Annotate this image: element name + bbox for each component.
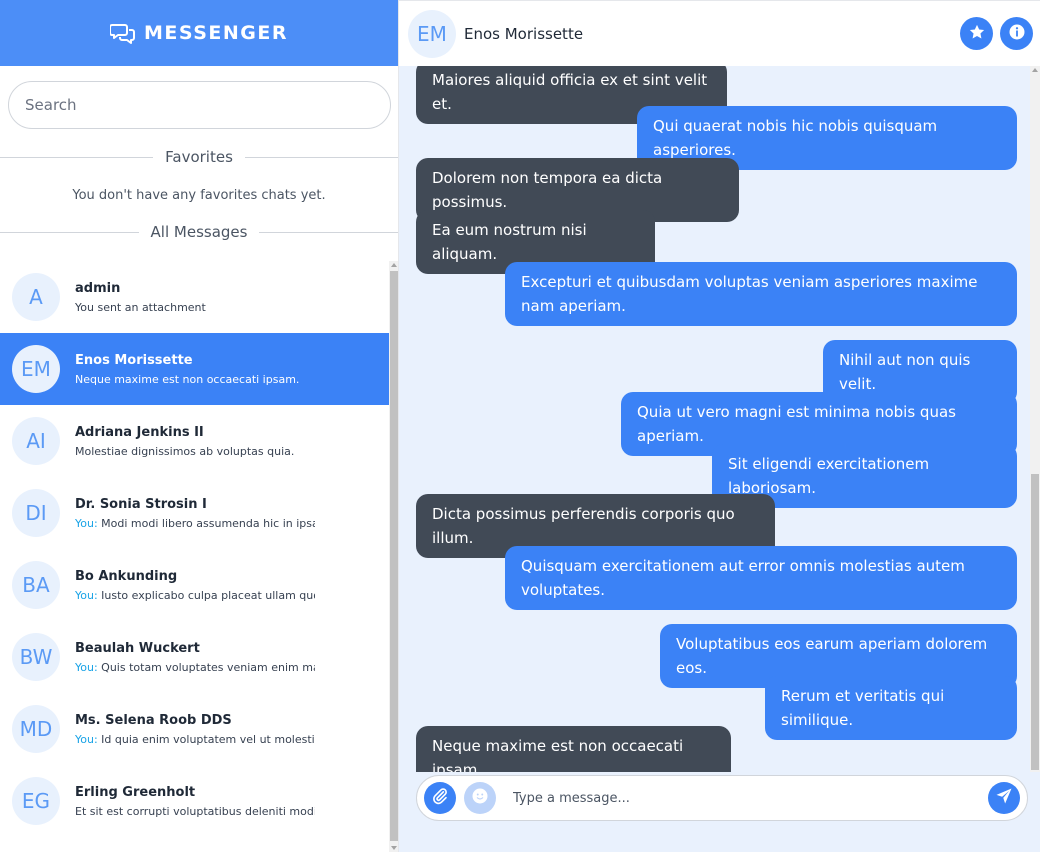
contact-item[interactable]: EM Enos Morissette Neque maxime est non oc… (0, 333, 389, 405)
chat-header: EM Enos Morissette (399, 0, 1040, 66)
contact-preview: Et sit est corrupti voluptatibus delenit… (75, 805, 315, 818)
preview-text: Et sit est corrupti voluptatibus delenit… (75, 804, 315, 818)
avatar: A (12, 273, 60, 321)
contact-name: Bo Ankunding (75, 568, 178, 584)
contact-list: Aadmin You sent an attachment EM Enos Moris… (0, 261, 389, 852)
paperclip-icon (431, 787, 449, 809)
preview-text: Iusto explicabo culpa placeat ullam quo (97, 588, 315, 602)
preview-text: Quis totam voluptates veniam enim mai (97, 660, 315, 674)
contact-preview: You: Iusto explicabo culpa placeat ullam… (75, 589, 315, 602)
message-list: Maiores aliquid officia ex et sint velit… (399, 66, 1030, 772)
contact-name: Dr. Sonia Strosin I (75, 496, 207, 512)
you-prefix: You: (75, 588, 98, 602)
info-icon (1008, 23, 1026, 45)
favorites-divider: Favorites (0, 148, 398, 166)
avatar[interactable]: EM (408, 9, 456, 58)
attach-button[interactable] (424, 782, 456, 814)
favorites-heading: Favorites (165, 148, 233, 166)
contact-item[interactable]: Aadmin You sent an attachment (0, 261, 389, 333)
contact-item[interactable]: AI Adriana Jenkins II Molestiae dignissimo… (0, 405, 389, 477)
contact-item[interactable]: EG Erling Greenholt Et sit est corrupti vo… (0, 765, 389, 837)
you-prefix: You: (75, 516, 98, 530)
preview-text: You sent an attachment (75, 300, 206, 314)
contact-item[interactable]: DI Dr. Sonia Strosin I You: Modi modi libe… (0, 477, 389, 549)
chat-scrollbar[interactable] (1030, 66, 1040, 772)
favorite-button[interactable] (960, 17, 993, 50)
sidebar-scrollbar[interactable] (389, 261, 398, 852)
contact-item[interactable]: BA Bo Ankunding You: Iusto explicabo culpa… (0, 549, 389, 621)
avatar: DI (12, 489, 60, 537)
preview-text: Molestiae dignissimos ab voluptas quia. (75, 444, 295, 458)
emoji-button[interactable] (464, 782, 496, 814)
contact-preview: Molestiae dignissimos ab voluptas quia. (75, 445, 315, 458)
outgoing-message: Excepturi et quibusdam voluptas veniam a… (505, 262, 1017, 326)
contact-item[interactable]: MD Ms. Selena Roob DDS You: Id quia enim v… (0, 693, 389, 765)
outgoing-message: Rerum et veritatis qui similique. (765, 676, 1017, 740)
contact-preview: You: Quis totam voluptates veniam enim m… (75, 661, 315, 674)
message-composer (416, 775, 1028, 821)
app-header: MESSENGER (0, 0, 398, 66)
all-messages-divider: All Messages (0, 223, 398, 241)
chat-scrollbar-thumb[interactable] (1031, 474, 1039, 770)
preview-text: Modi modi libero assumenda hic in ipsa (97, 516, 315, 530)
contact-name: Enos Morissette (75, 352, 193, 368)
contact-preview: You: Modi modi libero assumenda hic in i… (75, 517, 315, 530)
you-prefix: You: (75, 660, 98, 674)
chat-bubbles-icon (110, 22, 136, 44)
message-input[interactable] (513, 783, 973, 813)
you-prefix: You: (75, 732, 98, 746)
sidebar: MESSENGER Favorites You don't have any f… (0, 0, 399, 852)
chat-panel: EM Enos Morissette Maiores aliquid offic… (399, 0, 1040, 852)
send-button[interactable] (988, 782, 1020, 814)
avatar: EG (12, 777, 60, 825)
preview-text: Id quia enim voluptatem vel ut molestias (97, 732, 315, 746)
favorites-empty-text: You don't have any favorites chats yet. (72, 188, 326, 203)
outgoing-message: Quisquam exercitationem aut error omnis … (505, 546, 1017, 610)
contact-name: Adriana Jenkins II (75, 424, 204, 440)
preview-text: Neque maxime est non occaecati ipsam. (75, 372, 300, 386)
all-messages-heading: All Messages (150, 223, 248, 241)
contact-preview: Neque maxime est non occaecati ipsam. (75, 373, 315, 386)
contact-name: Ms. Selena Roob DDS (75, 712, 232, 728)
star-icon (968, 23, 986, 45)
info-button[interactable] (1000, 17, 1033, 50)
emoji-icon (471, 787, 489, 809)
contact-preview: You sent an attachment (75, 301, 315, 314)
app-title: MESSENGER (144, 22, 288, 44)
avatar: MD (12, 705, 60, 753)
contact-name: Erling Greenholt (75, 784, 196, 800)
avatar: EM (12, 345, 60, 393)
avatar: AI (12, 417, 60, 465)
avatar: BA (12, 561, 60, 609)
contact-preview: You: Id quia enim voluptatem vel ut mole… (75, 733, 315, 746)
contact-item[interactable]: BW Beaulah Wuckert You: Quis totam volupta… (0, 621, 389, 693)
send-icon (995, 787, 1013, 809)
contact-name: Beaulah Wuckert (75, 640, 200, 656)
incoming-message: Neque maxime est non occaecati ipsam. (416, 726, 731, 772)
chat-contact-name[interactable]: Enos Morissette (464, 25, 583, 43)
search-input[interactable] (8, 81, 391, 129)
sidebar-scrollbar-thumb[interactable] (390, 271, 398, 841)
avatar: BW (12, 633, 60, 681)
contact-name: admin (75, 280, 121, 296)
